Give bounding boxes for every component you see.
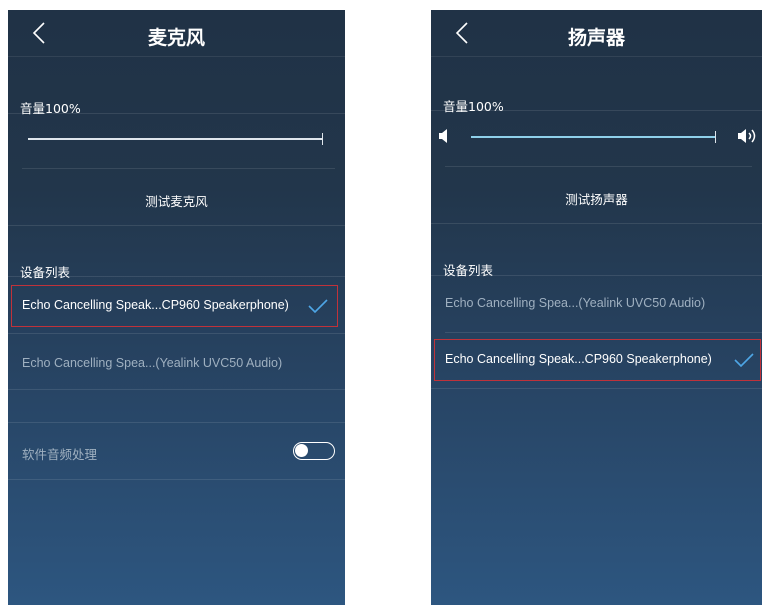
slider-track bbox=[28, 138, 323, 140]
divider bbox=[8, 389, 345, 390]
volume-label: 音量100% bbox=[443, 99, 504, 114]
device-list-label: 设备列表 bbox=[20, 265, 71, 280]
device-name: Echo Cancelling Spea...(Yealink UVC50 Au… bbox=[445, 296, 706, 310]
test-speaker-button[interactable]: 测试扬声器 bbox=[431, 189, 762, 208]
device-row-selected[interactable]: Echo Cancelling Speak...CP960 Speakerpho… bbox=[431, 339, 762, 381]
page-title: 扬声器 bbox=[567, 27, 625, 49]
volume-slider[interactable] bbox=[471, 130, 721, 144]
software-audio-processing-toggle[interactable] bbox=[293, 442, 335, 460]
microphone-settings-panel: 麦克风 音量100% 测试麦克风 设备列表 Echo Cancelling Sp… bbox=[8, 10, 345, 605]
checkmark-icon bbox=[734, 353, 754, 367]
speaker-mute-icon[interactable] bbox=[438, 129, 450, 143]
speaker-settings-panel: 扬声器 音量100% 测试扬声器 设备列表 Echo Cancelling Sp… bbox=[431, 10, 762, 605]
software-audio-processing-label: 软件音频处理 bbox=[22, 448, 98, 462]
divider bbox=[22, 168, 335, 169]
volume-label: 音量100% bbox=[20, 101, 81, 116]
device-name: Echo Cancelling Spea...(Yealink UVC50 Au… bbox=[22, 356, 283, 370]
device-name: Echo Cancelling Speak...CP960 Speakerpho… bbox=[445, 352, 712, 366]
divider bbox=[8, 333, 345, 334]
divider bbox=[431, 275, 762, 276]
divider bbox=[8, 225, 345, 226]
toggle-knob bbox=[295, 444, 308, 457]
device-list-label: 设备列表 bbox=[443, 263, 494, 278]
divider bbox=[8, 276, 345, 277]
device-row[interactable]: Echo Cancelling Spea...(Yealink UVC50 Au… bbox=[431, 284, 762, 324]
title-bar: 扬声器 bbox=[431, 10, 762, 57]
test-microphone-button[interactable]: 测试麦克风 bbox=[8, 191, 345, 210]
divider bbox=[445, 332, 762, 333]
slider-handle[interactable] bbox=[715, 131, 716, 143]
device-name: Echo Cancelling Speak...CP960 Speakerpho… bbox=[22, 298, 289, 312]
software-audio-processing-row: 软件音频处理 bbox=[8, 430, 345, 474]
slider-handle[interactable] bbox=[322, 133, 323, 145]
volume-slider[interactable] bbox=[28, 132, 328, 146]
divider bbox=[445, 166, 752, 167]
device-row[interactable]: Echo Cancelling Spea...(Yealink UVC50 Au… bbox=[8, 345, 345, 385]
checkmark-icon bbox=[308, 299, 328, 313]
speaker-volume-icon[interactable] bbox=[737, 128, 762, 144]
divider bbox=[431, 388, 762, 389]
slider-track bbox=[471, 136, 716, 138]
divider bbox=[8, 422, 345, 423]
title-bar: 麦克风 bbox=[8, 10, 345, 57]
divider bbox=[8, 113, 345, 114]
divider bbox=[8, 479, 345, 480]
divider bbox=[431, 223, 762, 224]
device-row-selected[interactable]: Echo Cancelling Speak...CP960 Speakerpho… bbox=[8, 285, 345, 327]
divider bbox=[431, 110, 762, 111]
page-title: 麦克风 bbox=[147, 27, 205, 49]
